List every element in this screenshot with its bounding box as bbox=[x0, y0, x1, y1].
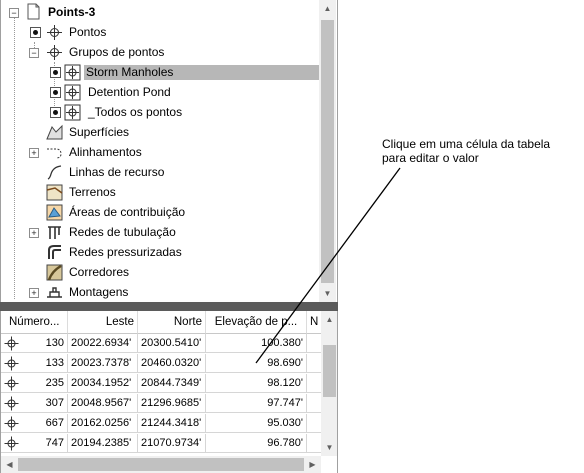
callout-leader-line bbox=[255, 167, 401, 364]
